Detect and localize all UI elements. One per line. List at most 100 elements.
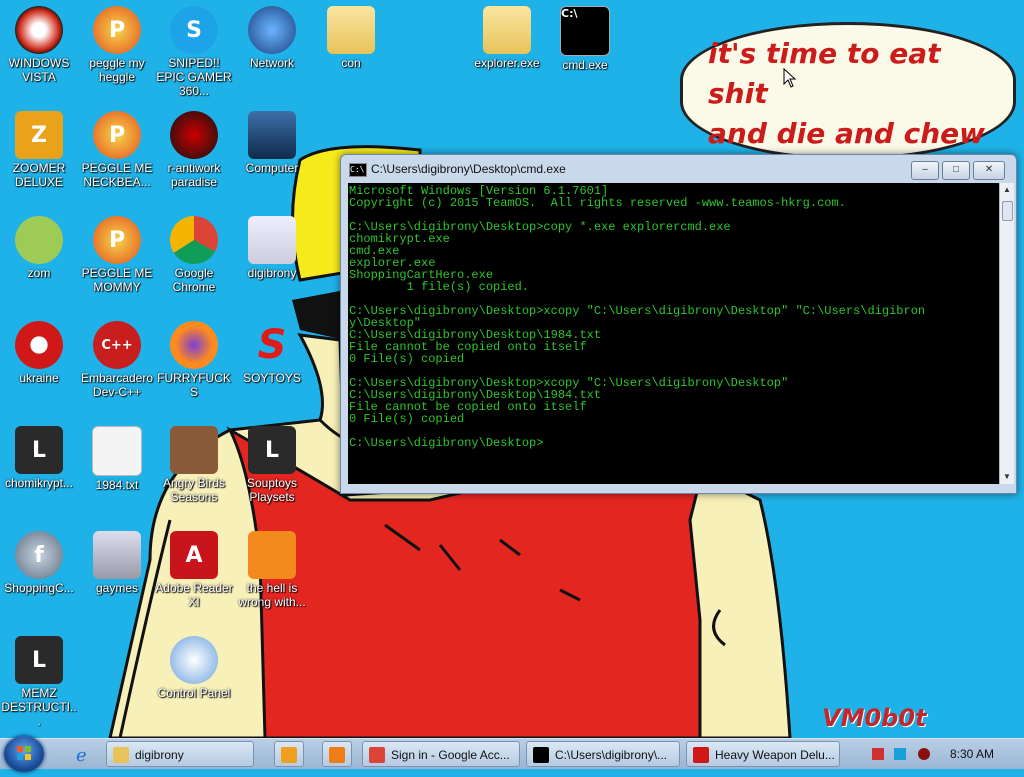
desktop-icon[interactable]: P PEGGLE ME MOMMY [78, 212, 156, 294]
user-folder-icon [248, 216, 296, 264]
tray-flag-icon[interactable] [872, 748, 884, 760]
mouse-cursor-icon [783, 68, 797, 88]
windows-logo-icon [17, 746, 31, 760]
close-button[interactable]: ✕ [973, 161, 1005, 180]
desktop-icon[interactable]: Computer [233, 107, 311, 175]
zuma-icon: Z [15, 111, 63, 159]
angry-birds-icon [170, 426, 218, 474]
media-player-task[interactable] [274, 741, 304, 767]
peggle-icon: P [93, 111, 141, 159]
ie-icon[interactable]: e [72, 744, 94, 766]
scroll-down-icon[interactable]: ▼ [1000, 470, 1014, 484]
taskbar-button-label: C:\Users\digibrony\... [555, 748, 668, 762]
skype-icon: S [170, 6, 218, 54]
start-button[interactable] [4, 736, 44, 772]
cmd-console[interactable]: Microsoft Windows [Version 6.1.7601] Copy… [348, 183, 999, 484]
taskbar-button-label: Sign in - Google Acc... [391, 748, 510, 762]
taskbar-button[interactable]: digibrony [106, 741, 254, 767]
desktop-icon[interactable]: Angry Birds Seasons [155, 422, 233, 504]
cmd-icon [533, 747, 549, 763]
tray-network-icon[interactable] [894, 748, 906, 760]
desktop-icon[interactable]: P PEGGLE ME NECKBEA... [78, 107, 156, 189]
cmd-scrollbar[interactable]: ▲ ▼ [999, 183, 1014, 484]
radiation-icon [693, 747, 709, 763]
cmd-icon: C:\ [560, 6, 610, 56]
desktop-icon[interactable]: Ppeggle my heggle [78, 2, 156, 84]
desktop-icon[interactable]: L Souptoys Playsets [233, 422, 311, 504]
radiation-icon [15, 321, 63, 369]
desktop-icon-label: Control Panel [157, 686, 231, 700]
desktop-icon[interactable]: digibrony [233, 212, 311, 280]
desktop-icon-label: digibrony [247, 266, 297, 280]
desktop-icon[interactable]: f ShoppingC... [0, 527, 78, 595]
desktop-icon[interactable]: explorer.exe [468, 2, 546, 70]
taskbar-button[interactable]: Heavy Weapon Delu... [686, 741, 840, 767]
desktop-icon[interactable]: C:\ cmd.exe [546, 2, 624, 72]
cmd-icon: C:\ [349, 163, 367, 177]
uc-browser-task[interactable] [322, 741, 352, 767]
desktop-icon[interactable]: A Adobe Reader XI [155, 527, 233, 609]
folder-icon [483, 6, 531, 54]
desktop-icon-label: explorer.exe [474, 56, 540, 70]
folder-icon [113, 747, 129, 763]
cmd-titlebar[interactable]: C:\ C:\Users\digibrony\Desktop\cmd.exe –… [341, 155, 1016, 183]
svg-text:e: e [76, 745, 87, 764]
taskbar-clock[interactable]: 8:30 AM [950, 747, 994, 761]
scroll-up-icon[interactable]: ▲ [1000, 183, 1014, 197]
desktop-icon[interactable]: Control Panel [155, 632, 233, 700]
desktop-icon-label: the hell is wrong with... [238, 581, 306, 609]
desktop-icon-label: gaymes [95, 581, 139, 595]
desktop-icon-label: MEMZ DESTRUCTI... [1, 686, 77, 728]
desktop-icon-label: Angry Birds Seasons [162, 476, 226, 504]
taskbar-button[interactable]: C:\Users\digibrony\... [526, 741, 680, 767]
desktop-icon[interactable]: S SNIPED!! EPIC GAMER 360... [155, 2, 233, 98]
desktop-icon[interactable]: 1984.txt [78, 422, 156, 492]
minimize-button[interactable]: – [911, 161, 939, 180]
desktop-icon-label: Adobe Reader XI [155, 581, 233, 609]
taskbar: e digibrony Sign in - Google Acc... C:\Use… [0, 736, 1024, 772]
taskbar-button-label: digibrony [135, 748, 184, 762]
desktop-icon[interactable]: gaymes [78, 527, 156, 595]
desktop-icon[interactable]: con [312, 2, 390, 70]
desktop-icon[interactable]: WINDOWS VISTA [0, 2, 78, 84]
plants-icon [15, 216, 63, 264]
computer-icon [248, 111, 296, 159]
cmd-window[interactable]: C:\ C:\Users\digibrony\Desktop\cmd.exe –… [340, 154, 1017, 494]
console-line: chomikrypt.exe [349, 232, 450, 246]
desktop-icon[interactable]: C++ Embarcadero Dev-C++ [78, 317, 156, 399]
desktop-icon[interactable]: Network [233, 2, 311, 70]
desktop-icon-label: WINDOWS VISTA [8, 56, 70, 84]
desktop-icon-label: PEGGLE ME NECKBEA... [81, 161, 153, 189]
scroll-thumb[interactable] [1002, 201, 1013, 221]
console-line: C:\Users\digibrony\Desktop>xcopy "C:\Use… [349, 304, 926, 318]
desktop-icon[interactable]: Lchomikrypt... [0, 422, 78, 490]
desktop-icon[interactable]: the hell is wrong with... [233, 527, 311, 609]
peggle-icon: P [93, 6, 141, 54]
desktop-icon-label: ShoppingC... [4, 581, 74, 595]
maximize-button[interactable]: □ [942, 161, 970, 180]
taskbar-button[interactable]: Sign in - Google Acc... [362, 741, 520, 767]
console-line: C:\Users\digibrony\Desktop> [349, 436, 544, 450]
tray-volume-icon[interactable] [918, 748, 930, 760]
chrome-icon [170, 216, 218, 264]
desktop-icon[interactable]: FURRYFUCKS [155, 317, 233, 399]
memz-icon: L [15, 426, 63, 474]
memz-icon: L [15, 636, 63, 684]
desktop-icon[interactable]: Google Chrome [155, 212, 233, 294]
desktop-icon-label: Network [249, 56, 294, 70]
desktop-icon-label: SNIPED!! EPIC GAMER 360... [156, 56, 232, 98]
uc-browser-icon [248, 531, 296, 579]
desktop-icon[interactable]: S SOYTOYS [233, 317, 311, 385]
peggle-icon: P [93, 216, 141, 264]
desktop-icon-label: PEGGLE ME MOMMY [81, 266, 153, 294]
desktop-icon[interactable]: ukraine [0, 317, 78, 385]
desktop-icon-label: Embarcadero Dev-C++ [80, 371, 154, 399]
desktop-icon-label: 1984.txt [95, 478, 139, 492]
desktop-icon[interactable]: L MEMZ DESTRUCTI... [0, 632, 78, 728]
desktop-icon[interactable]: Z ZOOMER DELUXE [0, 107, 78, 189]
desktop-icon[interactable]: zom [0, 212, 78, 280]
network-icon [248, 6, 296, 54]
desktop-icon[interactable]: r-antiwork paradise [155, 107, 233, 189]
desktop-icon-label: con [341, 56, 361, 70]
games-folder-icon [93, 531, 141, 579]
